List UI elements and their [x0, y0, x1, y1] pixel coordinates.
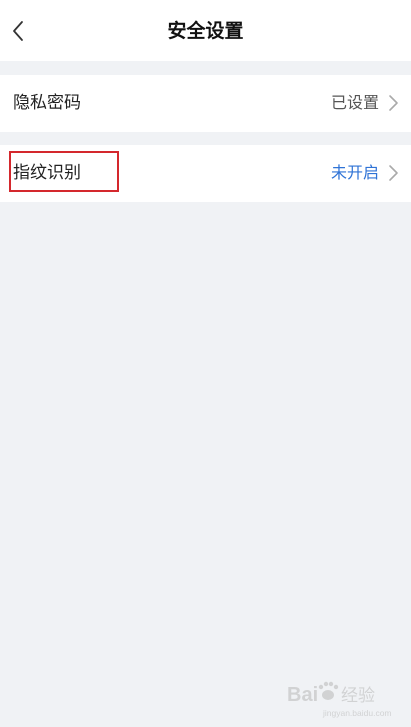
fingerprint-row[interactable]: 指纹识别 未开启: [0, 145, 411, 202]
chevron-right-icon: [389, 95, 398, 111]
fingerprint-label: 指纹识别: [13, 163, 81, 183]
privacy-password-status: 已设置: [330, 93, 379, 112]
baidu-jingyan-watermark: Bai 经验 jingyan.baidu.com: [287, 681, 392, 718]
chevron-right-icon: [389, 165, 398, 181]
svg-text:Bai: Bai: [287, 684, 318, 706]
svg-text:经验: 经验: [341, 686, 375, 706]
privacy-password-label: 隐私密码: [13, 93, 81, 113]
page-title: 安全设置: [167, 20, 244, 42]
svg-text:jingyan.baidu.com: jingyan.baidu.com: [322, 708, 392, 718]
app-header: 安全设置: [0, 0, 411, 61]
fingerprint-status: 未开启: [330, 163, 379, 182]
privacy-password-row[interactable]: 隐私密码 已设置: [0, 75, 411, 132]
